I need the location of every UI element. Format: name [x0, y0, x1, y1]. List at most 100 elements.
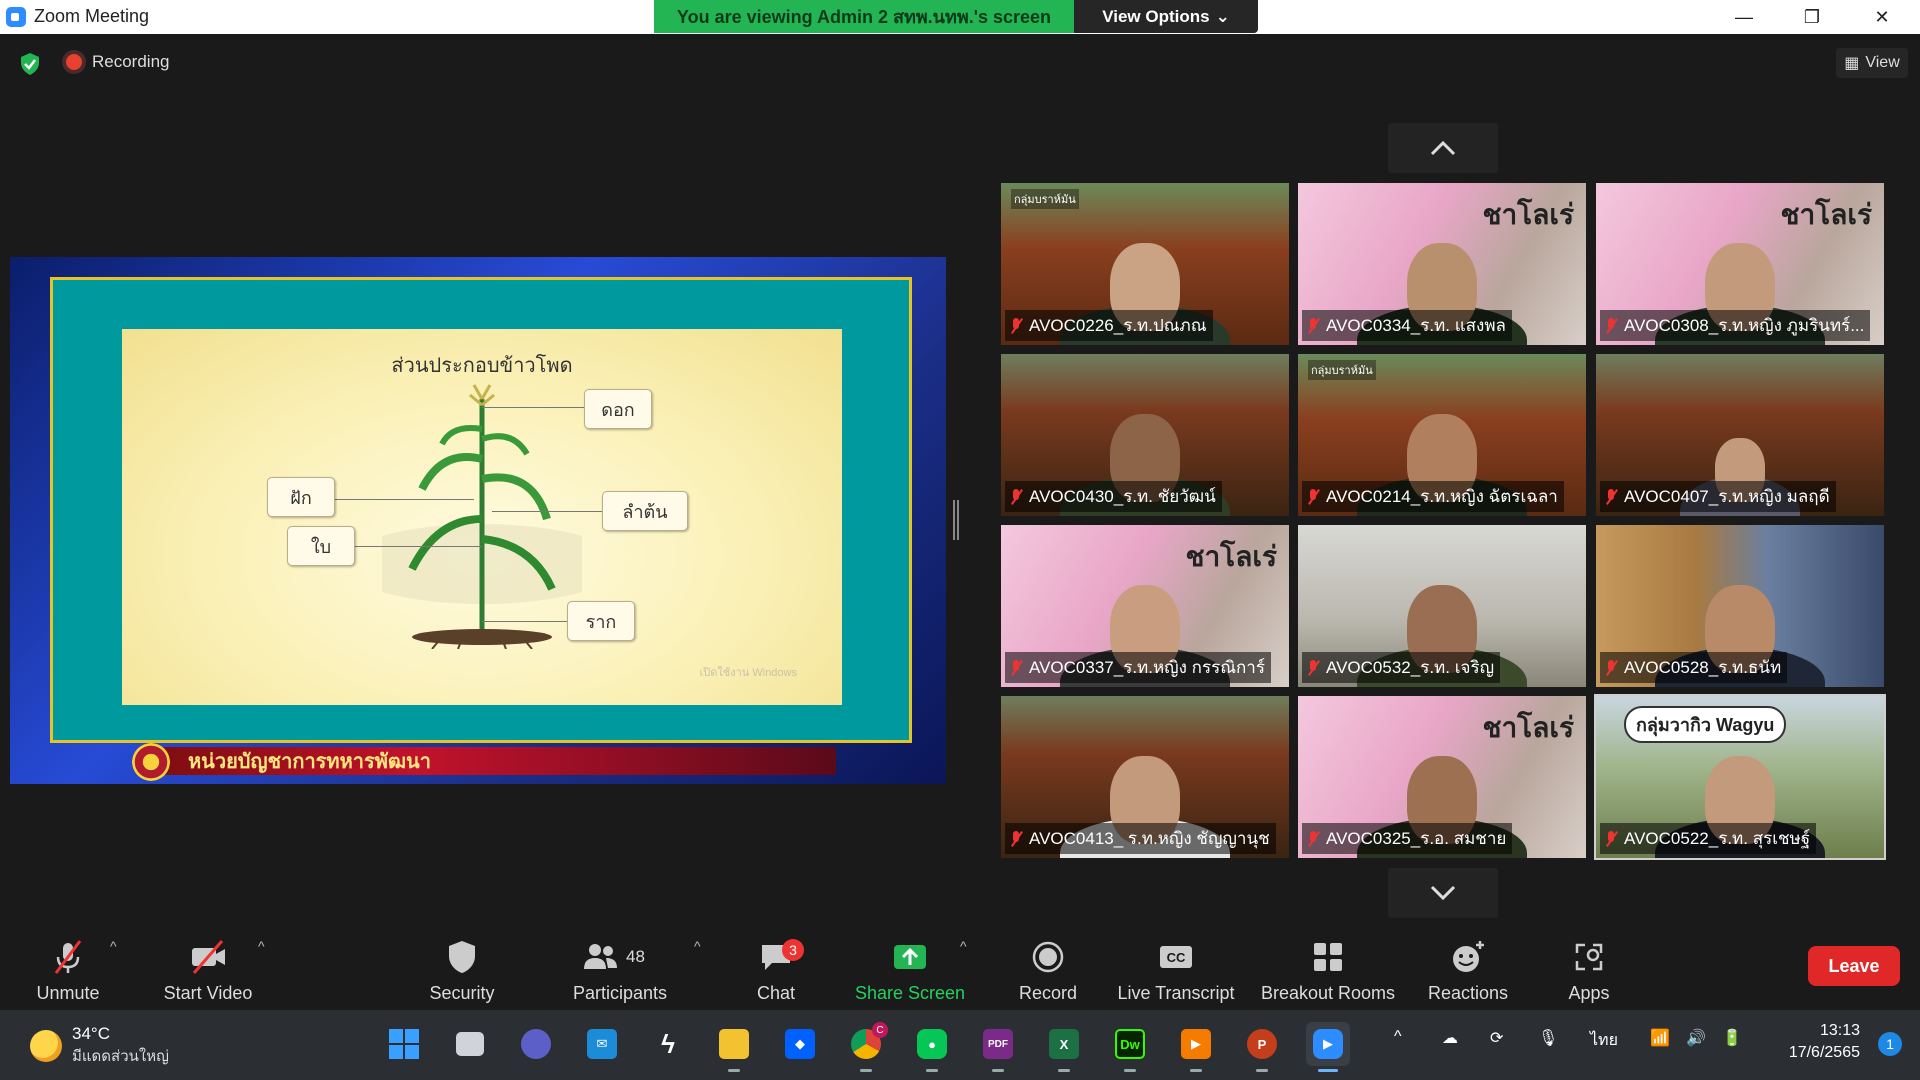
dreamweaver-button[interactable]: Dw — [1108, 1022, 1152, 1072]
media-player-button[interactable]: ▶ — [1174, 1022, 1218, 1072]
chrome-button[interactable]: C — [844, 1022, 888, 1072]
input-language[interactable]: ไทย — [1590, 1028, 1618, 1053]
onedrive-cloud-icon[interactable]: ☁ — [1442, 1028, 1458, 1048]
gallery-prev-button[interactable] — [1388, 123, 1498, 173]
file-explorer-button[interactable] — [712, 1022, 756, 1072]
running-indicator — [728, 1069, 740, 1072]
clock-time: 13:13 — [1819, 1022, 1860, 1039]
participant-name: AVOC0528_ร.ท.ธนัท — [1600, 652, 1788, 683]
apps-icon — [1575, 943, 1603, 971]
participant-tile[interactable]: ชาโลเร่ AVOC0308_ร.ท.หญิง ภูมรินทร์... — [1596, 183, 1884, 345]
participants-options-caret[interactable]: ^ — [694, 938, 701, 954]
group-tag: กลุ่มบราห์มัน — [1308, 360, 1376, 380]
sync-icon[interactable]: ⟳ — [1490, 1028, 1503, 1048]
reactions-label: Reactions — [1427, 983, 1509, 1003]
participant-tile[interactable]: AVOC0532_ร.ท. เจริญ — [1298, 525, 1586, 687]
participant-name: AVOC0325_ร.อ. สมชาย — [1302, 823, 1513, 854]
mic-muted-icon — [1306, 659, 1320, 676]
restore-button[interactable]: ❐ — [1782, 0, 1842, 34]
breakout-rooms-label: Breakout Rooms — [1260, 983, 1396, 1003]
breakout-rooms-button[interactable]: Breakout Rooms — [1260, 924, 1396, 1010]
pdf-app-button[interactable]: PDF — [976, 1022, 1020, 1072]
zoom-taskbar-button[interactable]: ▶ — [1306, 1022, 1350, 1072]
background-sign: ชาโลเร่ — [1780, 199, 1872, 230]
group-tag: กลุ่มบราห์มัน — [1011, 189, 1079, 209]
chat-button[interactable]: 3 Chat — [744, 924, 808, 1010]
system-clock[interactable]: 13:13 17/6/2565 — [1789, 1020, 1860, 1064]
mic-muted-icon — [1009, 488, 1023, 505]
start-video-button[interactable]: Start Video — [150, 924, 266, 1010]
audio-options-caret[interactable]: ^ — [110, 938, 117, 954]
participant-tile[interactable]: กลุ่มบราห์มัน AVOC0214_ร.ท.หญิง ฉัตรเฉลา — [1298, 354, 1586, 516]
participant-tile[interactable]: AVOC0430_ร.ท. ชัยวัฒน์ — [1001, 354, 1289, 516]
live-transcript-label: Live Transcript — [1117, 983, 1235, 1003]
battery-icon[interactable]: 🔋 — [1722, 1028, 1742, 1048]
background-sign: กลุ่มวากิว Wagyu — [1624, 706, 1787, 743]
viewing-banner: You are viewing Admin 2 สทพ.นทพ.'s scree… — [654, 0, 1074, 33]
apps-button[interactable]: Apps — [1554, 924, 1624, 1010]
line-button[interactable]: ● — [910, 1022, 954, 1072]
share-options-caret[interactable]: ^ — [960, 938, 967, 954]
participant-name: AVOC0522_ร.ท. สุรเชษฐ์ — [1600, 823, 1817, 854]
participant-tile[interactable]: กลุ่มบราห์มัน AVOC0226_ร.ท.ปณภณ — [1001, 183, 1289, 345]
close-button[interactable]: ✕ — [1852, 0, 1912, 34]
participant-tile[interactable]: ชาโลเร่ AVOC0325_ร.อ. สมชาย — [1298, 696, 1586, 858]
participant-tile[interactable]: ชาโลเร่ AVOC0334_ร.ท. แสงพล — [1298, 183, 1586, 345]
wifi-icon[interactable]: 📶 — [1650, 1028, 1670, 1048]
dreamweaver-icon: Dw — [1115, 1029, 1145, 1059]
gallery-next-button[interactable] — [1388, 868, 1498, 918]
participant-tile[interactable]: AVOC0413_ ร.ท.หญิง ชัญญานุช — [1001, 696, 1289, 858]
background-sign: ชาโลเร่ — [1185, 541, 1277, 572]
excel-icon: X — [1049, 1029, 1079, 1059]
tray-overflow-chevron-icon[interactable]: ^ — [1394, 1028, 1402, 1046]
clock-date: 17/6/2565 — [1788, 1044, 1860, 1061]
recording-indicator[interactable]: Recording — [66, 52, 170, 72]
minimize-button[interactable]: — — [1714, 0, 1774, 34]
closed-caption-icon: CC — [1160, 946, 1192, 968]
video-options-caret[interactable]: ^ — [258, 938, 265, 954]
view-options-button[interactable]: View Options ⌄ — [1074, 0, 1258, 33]
encryption-shield-icon[interactable] — [18, 52, 42, 76]
chevron-up-icon: ^ — [960, 938, 967, 954]
view-splitter-handle[interactable] — [953, 500, 959, 540]
start-button[interactable] — [382, 1022, 426, 1066]
mail-button[interactable]: ✉ — [580, 1022, 624, 1066]
weather-widget[interactable]: 34°C มีแดดส่วนใหญ่ — [30, 1024, 169, 1068]
participant-name: AVOC0532_ร.ท. เจริญ — [1302, 652, 1501, 683]
participant-name-text: AVOC0430_ร.ท. ชัยวัฒน์ — [1029, 487, 1216, 506]
task-view-button[interactable] — [448, 1022, 492, 1066]
participant-name: AVOC0214_ร.ท.หญิง ฉัตรเฉลา — [1302, 481, 1564, 512]
app-s-button[interactable]: ϟ — [646, 1022, 690, 1066]
play-icon: ▶ — [1181, 1029, 1211, 1059]
participant-tile[interactable]: AVOC0528_ร.ท.ธนัท — [1596, 525, 1884, 687]
view-label: View — [1865, 54, 1900, 71]
unmute-button[interactable]: Unmute — [24, 924, 112, 1010]
chevron-up-icon: ^ — [110, 938, 117, 954]
windows-start-icon — [389, 1029, 419, 1059]
microphone-icon[interactable]: 🎙 — [1538, 1028, 1558, 1048]
mic-muted-icon — [1306, 488, 1320, 505]
notification-count-badge[interactable]: 1 — [1878, 1032, 1902, 1056]
app-title: Zoom Meeting — [6, 6, 149, 27]
leave-button[interactable]: Leave — [1808, 946, 1900, 986]
teams-chat-button[interactable] — [514, 1022, 558, 1066]
participant-tile[interactable]: ชาโลเร่ AVOC0337_ร.ท.หญิง กรรณิการ์ — [1001, 525, 1289, 687]
record-button[interactable]: Record — [1008, 924, 1088, 1010]
volume-icon[interactable]: 🔊 — [1686, 1028, 1706, 1048]
share-screen-button[interactable]: Share Screen — [852, 924, 968, 1010]
powerpoint-button[interactable]: P — [1240, 1022, 1284, 1072]
excel-button[interactable]: X — [1042, 1022, 1086, 1072]
view-button[interactable]: ▦ View — [1836, 48, 1908, 78]
dropbox-button[interactable]: ◆ — [778, 1022, 822, 1066]
reactions-button[interactable]: Reactions — [1420, 924, 1516, 1010]
participants-button[interactable]: 48 Participants — [560, 924, 680, 1010]
participant-tile[interactable]: AVOC0407_ร.ท.หญิง มลฤดี — [1596, 354, 1884, 516]
mic-muted-icon — [1306, 317, 1320, 334]
corn-plant-illustration — [382, 384, 582, 649]
security-button[interactable]: Security — [420, 924, 504, 1010]
label-leaf: ใบ — [287, 526, 355, 566]
live-transcript-button[interactable]: CC Live Transcript — [1114, 924, 1238, 1010]
participant-tile-active[interactable]: กลุ่มวากิว Wagyu AVOC0522_ร.ท. สุรเชษฐ์ — [1594, 694, 1886, 860]
mic-muted-icon — [1604, 488, 1618, 505]
participant-name-text: AVOC0413_ ร.ท.หญิง ชัญญานุช — [1029, 829, 1270, 848]
